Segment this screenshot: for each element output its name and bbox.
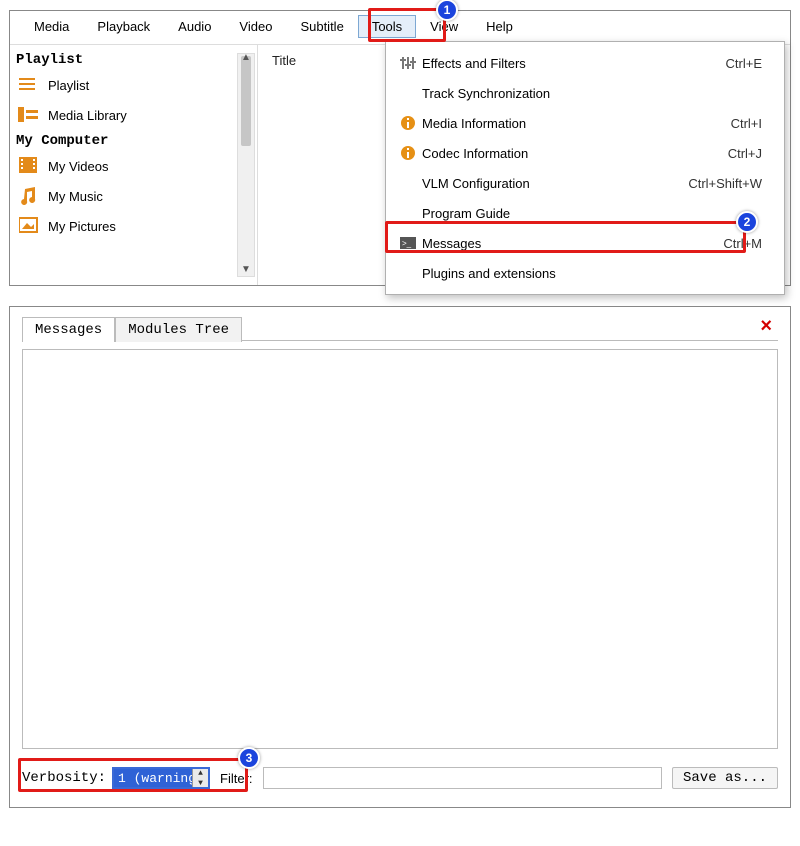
menu-item-label: VLM Configuration (422, 176, 688, 191)
library-icon (18, 105, 40, 125)
close-icon[interactable]: × (760, 315, 772, 338)
chevron-up-icon[interactable]: ▲ (238, 52, 254, 66)
menu-item-label: Media Information (422, 116, 731, 131)
menu-playback[interactable]: Playback (83, 15, 164, 38)
sidebar-item-label: Playlist (48, 78, 89, 93)
dialog-tabs: Messages Modules Tree × (22, 315, 778, 341)
menu-vlm-config[interactable]: VLM Configuration Ctrl+Shift+W (386, 168, 784, 198)
menu-item-label: Codec Information (422, 146, 728, 161)
menu-item-label: Track Synchronization (422, 86, 762, 101)
picture-icon (18, 216, 40, 236)
menu-item-shortcut: Ctrl+J (728, 146, 762, 161)
list-icon (18, 75, 40, 95)
menu-program-guide[interactable]: Program Guide (386, 198, 784, 228)
save-as-button[interactable]: Save as... (672, 767, 778, 789)
tools-dropdown: Effects and Filters Ctrl+E Track Synchro… (385, 41, 785, 295)
svg-text:>_: >_ (402, 239, 412, 248)
callout-badge-1: 1 (436, 0, 458, 21)
menu-item-label: Effects and Filters (422, 56, 726, 71)
info-icon (394, 116, 422, 130)
callout-badge-2: 2 (736, 211, 758, 233)
filter-label: Filter: (220, 771, 253, 786)
sidebar-item-label: Media Library (48, 108, 127, 123)
callout-badge-3: 3 (238, 747, 260, 769)
sidebar-item-playlist[interactable]: Playlist (16, 70, 255, 100)
verbosity-value: 1 (warnings (118, 771, 204, 786)
sidebar-header-computer: My Computer (16, 130, 255, 151)
sidebar-item-videos[interactable]: My Videos (16, 151, 255, 181)
menu-codec-information[interactable]: Codec Information Ctrl+J (386, 138, 784, 168)
verbosity-control: Verbosity: 1 (warnings ▲ ▼ (22, 767, 210, 789)
sidebar-item-label: My Videos (48, 159, 108, 174)
menu-media-information[interactable]: Media Information Ctrl+I (386, 108, 784, 138)
menu-subtitle[interactable]: Subtitle (286, 15, 357, 38)
menu-media[interactable]: Media (20, 15, 83, 38)
sidebar-item-pictures[interactable]: My Pictures (16, 211, 255, 241)
verbosity-label: Verbosity: (22, 770, 106, 786)
messages-log-area[interactable] (22, 349, 778, 749)
spin-buttons[interactable]: ▲ ▼ (192, 769, 208, 787)
tab-messages[interactable]: Messages (22, 317, 115, 342)
menu-track-sync[interactable]: Track Synchronization (386, 78, 784, 108)
menu-help[interactable]: Help (472, 15, 527, 38)
menu-item-shortcut: Ctrl+Shift+W (688, 176, 762, 191)
sidebar-item-music[interactable]: My Music (16, 181, 255, 211)
verbosity-spinbox[interactable]: 1 (warnings ▲ ▼ (112, 767, 210, 789)
menu-item-shortcut: Ctrl+I (731, 116, 762, 131)
chevron-down-icon[interactable]: ▼ (238, 264, 254, 278)
sliders-icon (394, 55, 422, 71)
console-icon: >_ (394, 237, 422, 249)
menu-tools[interactable]: Tools (358, 15, 416, 38)
menu-effects-filters[interactable]: Effects and Filters Ctrl+E (386, 48, 784, 78)
menu-item-label: Messages (422, 236, 723, 251)
filter-input[interactable] (263, 767, 662, 789)
sidebar-item-media-library[interactable]: Media Library (16, 100, 255, 130)
sidebar-item-label: My Music (48, 189, 103, 204)
info-icon (394, 146, 422, 160)
menu-item-shortcut: Ctrl+M (723, 236, 762, 251)
menu-video[interactable]: Video (225, 15, 286, 38)
film-icon (18, 156, 40, 176)
chevron-down-icon[interactable]: ▼ (193, 779, 208, 789)
menu-item-label: Program Guide (422, 206, 762, 221)
music-icon (18, 186, 40, 206)
sidebar-item-label: My Pictures (48, 219, 116, 234)
menu-audio[interactable]: Audio (164, 15, 225, 38)
menubar: Media Playback Audio Video Subtitle Tool… (10, 11, 790, 45)
tab-modules-tree[interactable]: Modules Tree (115, 317, 242, 342)
sidebar-scrollbar[interactable]: ▲ ▼ (237, 53, 255, 277)
menu-item-label: Plugins and extensions (422, 266, 762, 281)
menu-messages[interactable]: >_ Messages Ctrl+M (386, 228, 784, 258)
sidebar-header-playlist: Playlist (16, 49, 255, 70)
menu-item-shortcut: Ctrl+E (726, 56, 762, 71)
menu-plugins-extensions[interactable]: Plugins and extensions (386, 258, 784, 288)
sidebar: Playlist Playlist Media Library My Compu… (10, 45, 258, 285)
chevron-up-icon[interactable]: ▲ (193, 769, 208, 779)
